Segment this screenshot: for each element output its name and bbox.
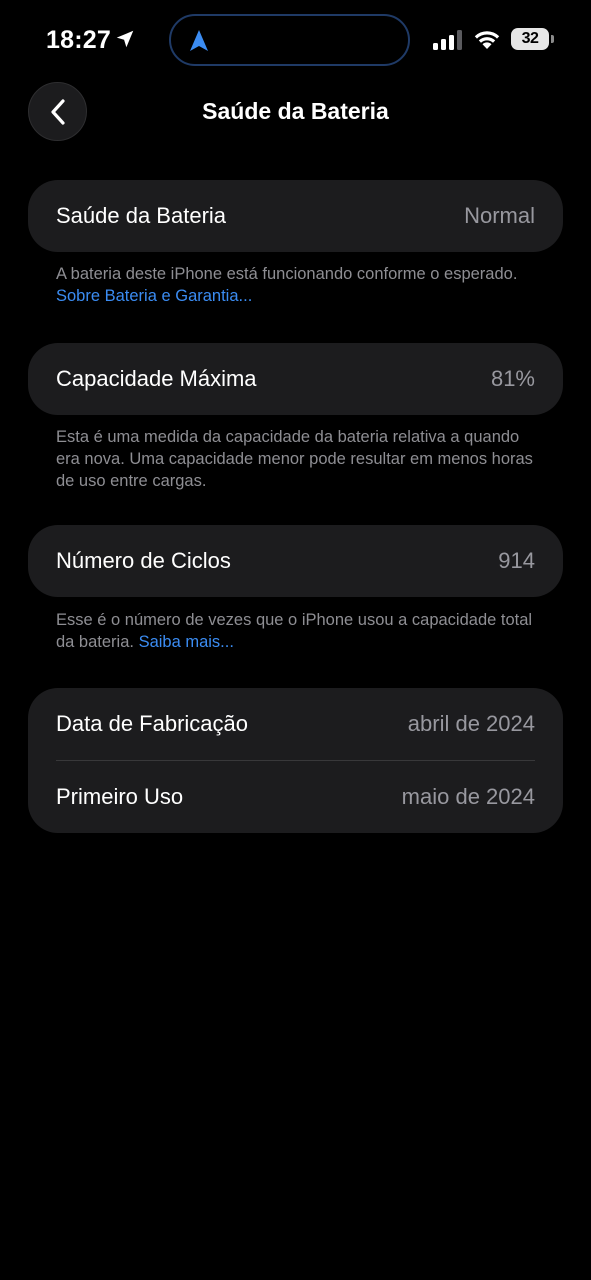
- navigation-arrow-icon: [190, 30, 208, 51]
- first-use-row: Primeiro Uso maio de 2024: [28, 761, 563, 833]
- battery-indicator: 32: [511, 28, 554, 50]
- max-capacity-footnote: Esta é uma medida da capacidade da bater…: [56, 426, 546, 492]
- battery-warranty-link[interactable]: Sobre Bateria e Garantia...: [56, 287, 252, 305]
- cycle-count-row: Número de Ciclos 914: [28, 525, 563, 597]
- battery-health-value: Normal: [464, 203, 535, 228]
- battery-health-card: Saúde da Bateria Normal: [28, 180, 563, 252]
- dynamic-island[interactable]: [169, 14, 410, 66]
- manufacture-date-row: Data de Fabricação abril de 2024: [28, 688, 563, 760]
- dates-card: Data de Fabricação abril de 2024 Primeir…: [28, 688, 563, 833]
- location-arrow-icon: [116, 30, 134, 48]
- battery-health-footnote-text: A bateria deste iPhone está funcionando …: [56, 265, 518, 283]
- battery-health-footnote: A bateria deste iPhone está funcionando …: [56, 263, 546, 307]
- cycle-count-label: Número de Ciclos: [56, 548, 231, 573]
- wifi-icon: [474, 31, 500, 49]
- battery-health-row: Saúde da Bateria Normal: [28, 180, 563, 252]
- cellular-signal-icon: [433, 30, 462, 50]
- first-use-label: Primeiro Uso: [56, 784, 184, 809]
- cycle-count-footnote: Esse é o número de vezes que o iPhone us…: [56, 609, 546, 653]
- manufacture-date-label: Data de Fabricação: [56, 711, 248, 736]
- page-title: Saúde da Bateria: [202, 98, 389, 124]
- battery-level: 32: [511, 28, 549, 50]
- battery-health-label: Saúde da Bateria: [56, 203, 227, 228]
- status-time: 18:27: [46, 26, 111, 54]
- max-capacity-row: Capacidade Máxima 81%: [28, 343, 563, 415]
- max-capacity-card: Capacidade Máxima 81%: [28, 343, 563, 415]
- max-capacity-footnote-text: Esta é uma medida da capacidade da bater…: [56, 428, 533, 490]
- first-use-value: maio de 2024: [401, 784, 535, 809]
- manufacture-date-value: abril de 2024: [407, 711, 535, 736]
- battery-tip: [551, 35, 554, 43]
- learn-more-link[interactable]: Saiba mais...: [139, 633, 234, 651]
- max-capacity-value: 81%: [490, 366, 535, 391]
- cycle-count-footnote-text: Esse é o número de vezes que o iPhone us…: [56, 611, 533, 651]
- max-capacity-label: Capacidade Máxima: [56, 366, 257, 391]
- cycle-count-card: Número de Ciclos 914: [28, 525, 563, 597]
- status-bar: 18:27 32: [0, 0, 591, 80]
- cycle-count-value: 914: [498, 548, 535, 573]
